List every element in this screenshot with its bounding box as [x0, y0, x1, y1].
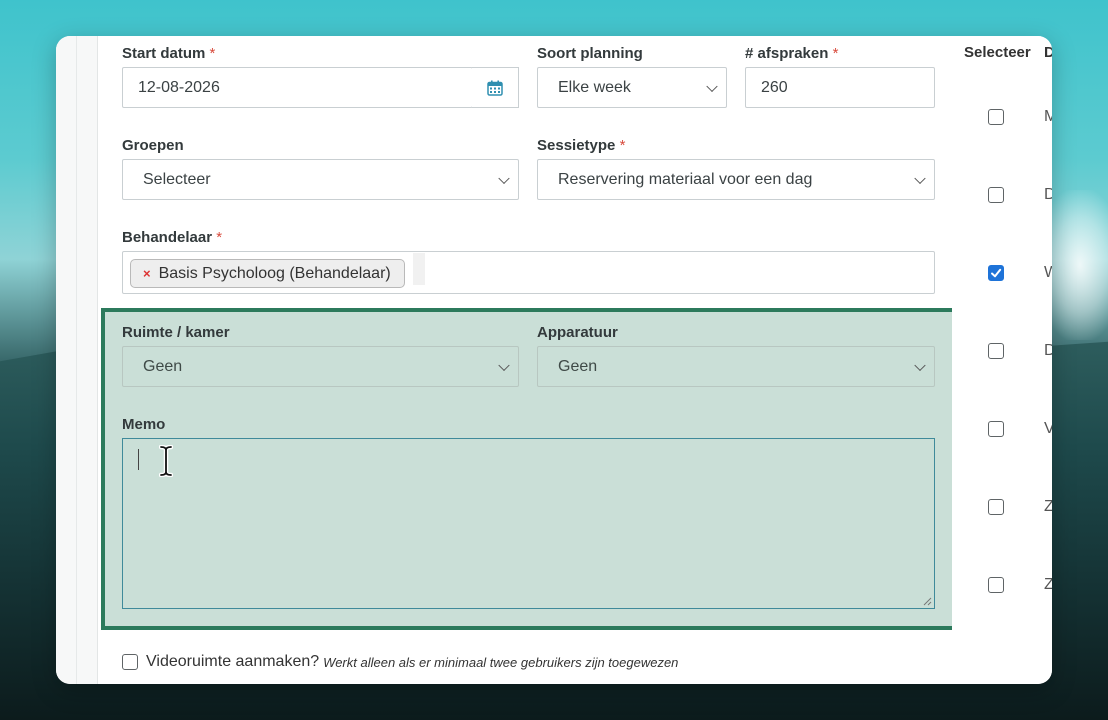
text-caret	[138, 449, 139, 470]
weekday-label: W	[1044, 264, 1052, 281]
weekday-checkbox[interactable]	[988, 421, 1004, 437]
groups-label: Groepen	[122, 137, 184, 154]
day-column-header: D	[1044, 44, 1052, 61]
weekday-row	[988, 187, 1004, 208]
weekday-row	[988, 499, 1004, 520]
planning-type-select[interactable]: Elke week	[537, 67, 727, 108]
weekday-checkbox[interactable]	[988, 577, 1004, 593]
video-room-row: Videoruimte aanmaken? Werkt alleen als e…	[122, 653, 678, 671]
weekday-checkbox[interactable]	[988, 109, 1004, 125]
appointments-count-label: # afspraken *	[745, 45, 838, 62]
weekday-row	[988, 577, 1004, 598]
calendar-icon	[487, 80, 503, 96]
weekday-select-panel: Selecteer D M D W D V Z Z	[952, 36, 1052, 684]
weekday-checkbox-checked[interactable]	[988, 265, 1004, 281]
appointment-form-window: Start datum * 12-08-2026 Soort planning …	[56, 36, 1052, 684]
chevron-down-icon	[498, 172, 510, 184]
start-date-label: Start datum *	[122, 45, 215, 62]
room-label: Ruimte / kamer	[122, 324, 230, 341]
required-marker: *	[619, 137, 626, 154]
planning-type-value: Elke week	[558, 78, 631, 96]
weekday-row	[988, 343, 1004, 364]
weekday-checkbox[interactable]	[988, 499, 1004, 515]
groups-select[interactable]: Selecteer	[122, 159, 519, 200]
start-date-label-text: Start datum	[122, 45, 206, 62]
appointments-count-input[interactable]: 260	[745, 67, 935, 108]
planning-type-label: Soort planning	[537, 45, 643, 62]
weekday-label: D	[1044, 342, 1052, 359]
weekday-checkbox[interactable]	[988, 343, 1004, 359]
room-select[interactable]: Geen	[122, 346, 519, 387]
chevron-down-icon	[914, 172, 926, 184]
chevron-down-icon	[498, 359, 510, 371]
equipment-label: Apparatuur	[537, 324, 618, 341]
video-room-label: Videoruimte aanmaken?	[146, 653, 320, 670]
start-date-input[interactable]: 12-08-2026	[122, 67, 473, 108]
video-room-hint: Werkt alleen als er minimaal twee gebrui…	[323, 654, 679, 670]
memo-label: Memo	[122, 416, 166, 433]
multiselect-search-input[interactable]	[413, 253, 425, 285]
weekday-row	[988, 109, 1004, 130]
required-marker: *	[832, 45, 839, 62]
appointments-count-label-text: # afspraken	[745, 45, 829, 62]
session-type-value: Reservering materiaal voor een dag	[558, 170, 813, 188]
session-type-label: Sessietype *	[537, 137, 625, 154]
practitioner-label-text: Behandelaar	[122, 229, 213, 246]
weekday-row	[988, 265, 1004, 284]
session-type-label-text: Sessietype	[537, 137, 616, 154]
weekday-label: V	[1044, 420, 1052, 437]
session-type-select[interactable]: Reservering materiaal voor een dag	[537, 159, 935, 200]
required-marker: *	[209, 45, 216, 62]
select-column-header: Selecteer	[964, 44, 1031, 61]
weekday-label: M	[1044, 108, 1052, 125]
appointments-count-value: 260	[761, 78, 788, 96]
practitioner-tag: × Basis Psycholoog (Behandelaar)	[130, 259, 405, 288]
room-value: Geen	[143, 357, 183, 375]
equipment-select[interactable]: Geen	[537, 346, 935, 387]
weekday-label: D	[1044, 186, 1052, 203]
video-room-checkbox[interactable]	[122, 654, 138, 670]
checkmark-icon	[991, 268, 1002, 278]
weekday-label: Z	[1044, 576, 1052, 593]
weekday-checkbox[interactable]	[988, 187, 1004, 203]
left-rail	[56, 36, 98, 684]
weekday-label: Z	[1044, 498, 1052, 515]
practitioner-tag-label: Basis Psycholoog (Behandelaar)	[158, 264, 391, 282]
calendar-button[interactable]	[472, 67, 519, 108]
required-marker: *	[216, 229, 223, 246]
resize-handle-icon[interactable]	[923, 597, 932, 606]
remove-tag-icon[interactable]: ×	[143, 266, 151, 281]
memo-textarea[interactable]	[122, 438, 935, 609]
start-date-value: 12-08-2026	[138, 78, 220, 96]
weekday-row	[988, 421, 1004, 442]
chevron-down-icon	[914, 359, 926, 371]
chevron-down-icon	[706, 80, 718, 92]
text-cursor-icon	[159, 445, 173, 477]
equipment-value: Geen	[558, 357, 598, 375]
practitioner-label: Behandelaar *	[122, 229, 222, 246]
groups-value: Selecteer	[143, 170, 211, 188]
